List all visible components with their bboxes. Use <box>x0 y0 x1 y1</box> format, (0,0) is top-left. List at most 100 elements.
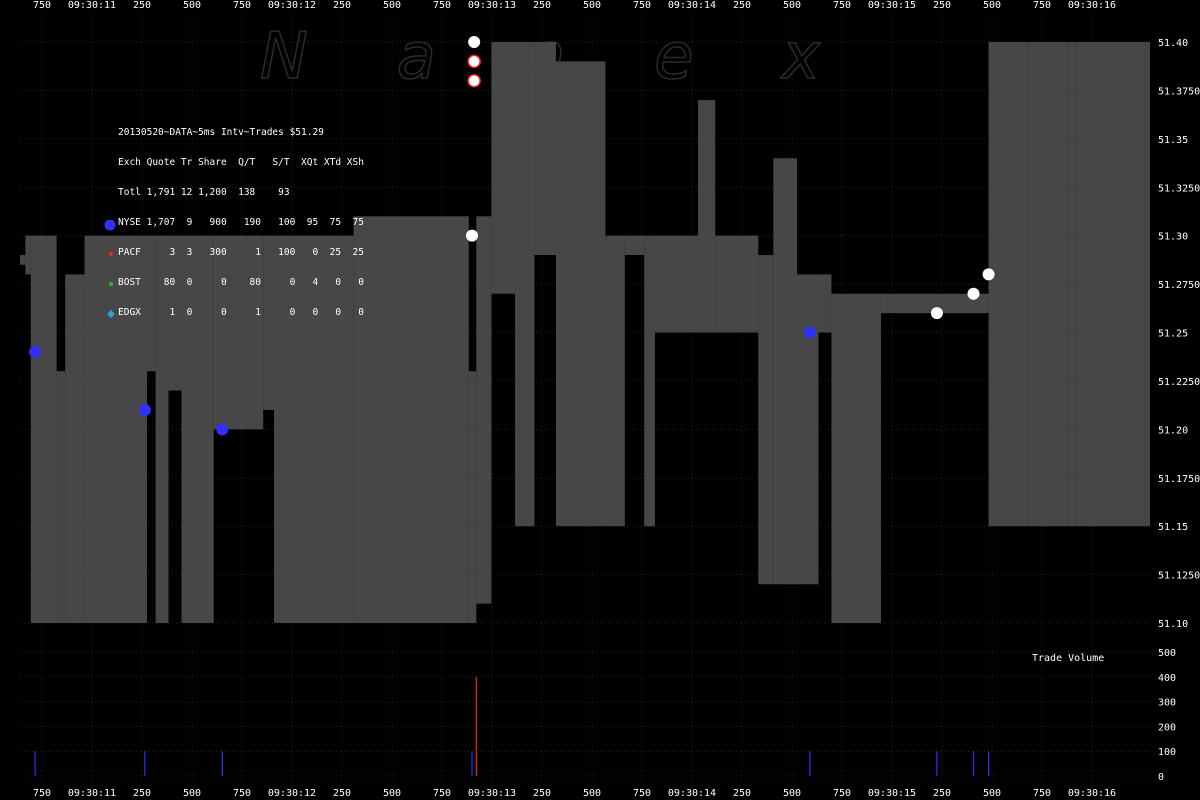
x-tick-label: 09:30:11 <box>68 0 116 11</box>
x-tick-label: 750 <box>633 0 651 11</box>
spread-segment <box>715 235 759 333</box>
spread-segment <box>56 371 66 623</box>
x-tick-label: 500 <box>783 788 801 799</box>
spread-segment <box>797 274 819 585</box>
trade-point <box>967 287 980 300</box>
x-tick-label: 250 <box>333 0 351 11</box>
y-tick-label: 51.40 <box>1158 38 1188 49</box>
x-tick-label: 250 <box>733 0 751 11</box>
x-tick-label: 500 <box>383 0 401 11</box>
stats-table: 20130520~DATA~5ms Intv~Trades $51.29 Exc… <box>104 108 364 328</box>
spread-segment <box>534 42 556 256</box>
x-tick-label: 250 <box>133 788 151 799</box>
spread-segment <box>1068 42 1077 527</box>
stats-row-text: BOST 80 0 0 80 0 4 0 0 <box>118 277 364 288</box>
x-tick-label: 250 <box>733 788 751 799</box>
spread-segment <box>758 255 774 585</box>
volume-tick-label: 0 <box>1158 772 1164 783</box>
spread-segment <box>773 158 798 585</box>
x-tick-label: 750 <box>1033 0 1051 11</box>
x-tick-label: 09:30:13 <box>468 0 516 11</box>
trade-point <box>982 268 995 281</box>
y-tick-label: 51.1250 <box>1158 571 1200 582</box>
bost-marker-icon <box>106 278 116 291</box>
x-tick-label: 500 <box>583 0 601 11</box>
stats-total: Totl 1,791 12 1,200 138 93 <box>118 187 290 198</box>
stats-row-text: NYSE 1,707 9 900 190 100 95 75 75 <box>118 217 364 228</box>
x-tick-label: 09:30:11 <box>68 788 116 799</box>
x-tick-label: 250 <box>533 0 551 11</box>
x-tick-label: 09:30:16 <box>1068 0 1116 11</box>
x-tick-label: 750 <box>833 0 851 11</box>
volume-tick-label: 500 <box>1158 648 1176 659</box>
x-tick-label: 250 <box>333 788 351 799</box>
x-tick-label: 09:30:13 <box>468 788 516 799</box>
x-axis-bottom: 750 09:30:11 250 500 750 09:30:12 250 500 750 09:… <box>33 788 1116 799</box>
spread-segment <box>30 235 57 623</box>
spread-segment <box>476 216 492 604</box>
x-tick-label: 250 <box>133 0 151 11</box>
spread-segment <box>25 235 31 275</box>
trade-point <box>468 36 481 48</box>
trade-point <box>930 307 943 320</box>
y-tick-label: 51.25 <box>1158 329 1188 340</box>
trade-point-nyse <box>216 423 229 436</box>
y-tick-label: 51.1750 <box>1158 474 1200 485</box>
y-tick-label: 51.2750 <box>1158 280 1200 291</box>
spread-segment <box>515 42 535 527</box>
x-tick-label: 250 <box>933 0 951 11</box>
stats-title: 20130520~DATA~5ms Intv~Trades $51.29 <box>118 127 324 138</box>
x-tick-label: 750 <box>33 788 51 799</box>
nyse-marker-icon <box>104 218 118 233</box>
y-tick-label: 51.3250 <box>1158 183 1200 194</box>
price-axis: 51.40 51.3750 51.35 51.3250 51.30 51.2750 51.2… <box>1158 38 1200 630</box>
spread-segment <box>353 216 469 624</box>
stats-row-nyse: NYSE 1,707 9 900 190 100 95 75 75 <box>104 217 364 231</box>
trade-point-nyse <box>138 403 151 416</box>
x-tick-label: 250 <box>933 788 951 799</box>
spread-segment <box>468 371 477 623</box>
x-tick-label: 500 <box>383 788 401 799</box>
spread-segment <box>491 42 516 294</box>
x-tick-label: 750 <box>833 788 851 799</box>
trade-point <box>466 229 478 242</box>
x-tick-label: 09:30:16 <box>1068 788 1116 799</box>
spread-segment <box>988 42 1028 527</box>
y-tick-label: 51.3750 <box>1158 86 1200 97</box>
volume-tick-label: 100 <box>1158 747 1176 758</box>
spread-segment <box>1027 42 1069 527</box>
x-tick-label: 250 <box>533 788 551 799</box>
y-tick-label: 51.20 <box>1158 425 1188 436</box>
x-tick-label: 750 <box>433 0 451 11</box>
volume-bars <box>34 676 990 776</box>
x-tick-label: 09:30:14 <box>668 0 716 11</box>
spread-segment <box>698 100 716 333</box>
x-tick-label: 500 <box>983 788 1001 799</box>
x-tick-label: 750 <box>33 0 51 11</box>
y-tick-label: 51.35 <box>1158 135 1188 146</box>
x-tick-label: 09:30:15 <box>868 0 916 11</box>
stats-header: Exch Quote Tr Share Q/T S/T XQt XTd XSh <box>118 157 364 168</box>
x-tick-label: 500 <box>183 0 201 11</box>
trade-point-pacf <box>467 73 481 88</box>
x-tick-label: 750 <box>233 0 251 11</box>
trade-point-nyse <box>29 345 42 358</box>
spread-segment <box>818 274 832 333</box>
x-tick-label: 09:30:12 <box>268 788 316 799</box>
spread-segment <box>624 235 645 256</box>
volume-tick-label: 300 <box>1158 698 1176 709</box>
x-tick-label: 500 <box>183 788 201 799</box>
stats-row-text: EDGX 1 0 0 1 0 0 0 0 <box>118 307 364 318</box>
y-tick-label: 51.15 <box>1158 522 1188 533</box>
trade-point-pacf <box>467 54 481 69</box>
x-tick-label: 09:30:14 <box>668 788 716 799</box>
spread-segment <box>555 61 606 527</box>
trade-point-nyse <box>803 326 816 339</box>
volume-tick-label: 400 <box>1158 673 1176 684</box>
stats-row-text: PACF 3 3 300 1 100 0 25 25 <box>118 247 364 258</box>
spread-segment <box>654 235 698 333</box>
spread-segment <box>644 235 655 527</box>
pacf-marker-icon <box>106 248 116 261</box>
x-tick-label: 750 <box>233 788 251 799</box>
x-tick-label: 750 <box>633 788 651 799</box>
